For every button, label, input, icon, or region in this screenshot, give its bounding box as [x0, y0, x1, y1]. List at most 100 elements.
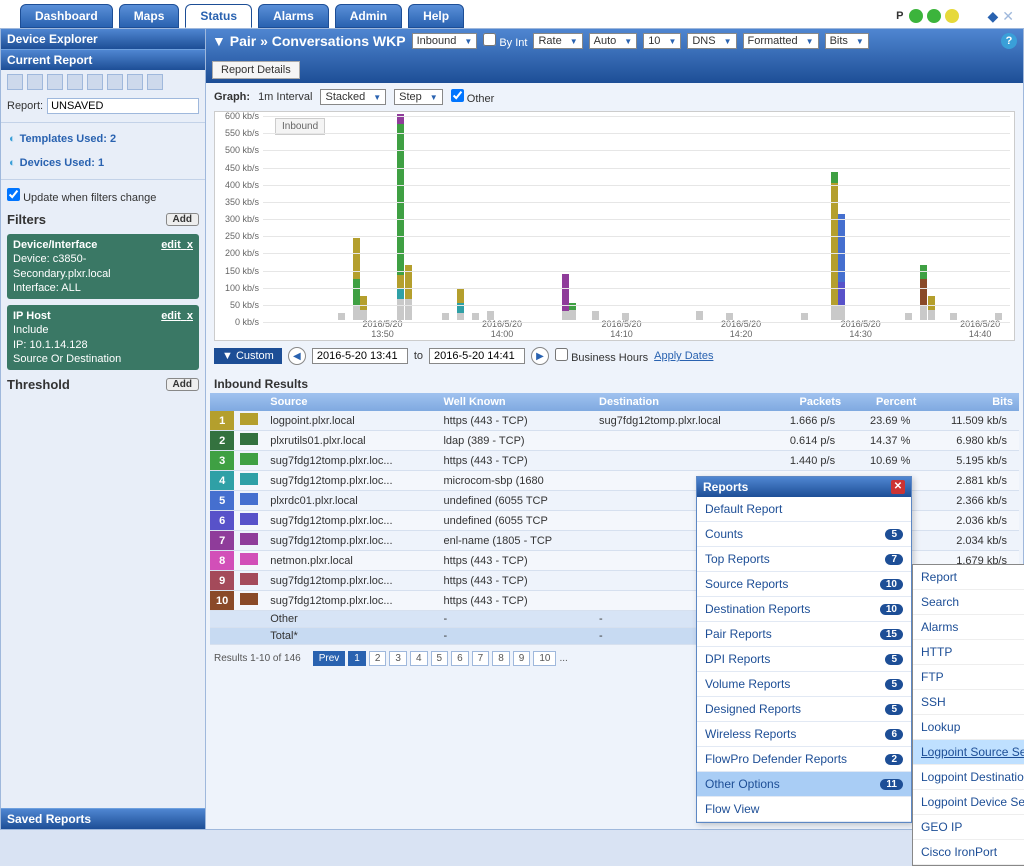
sub-report[interactable]: Report — [913, 565, 1024, 590]
ctx-dpi-reports[interactable]: DPI Reports5 — [697, 647, 911, 672]
col-destination[interactable]: Destination — [593, 393, 765, 411]
ctx-default-report[interactable]: Default Report — [697, 497, 911, 522]
dd-count[interactable]: 10 — [643, 33, 681, 49]
dd-formatted[interactable]: Formatted — [743, 33, 819, 49]
tool-icon-1[interactable] — [7, 74, 23, 90]
sub-search[interactable]: Search — [913, 590, 1024, 615]
page-3[interactable]: 3 — [389, 651, 407, 666]
saved-reports-header[interactable]: Saved Reports — [1, 808, 205, 829]
table-row[interactable]: 2plxrutils01.plxr.localldap (389 - TCP)0… — [210, 431, 1019, 451]
filters-add-button[interactable]: Add — [166, 213, 199, 226]
filter-device-interface[interactable]: Device/Interfaceedit x Device: c3850- Se… — [7, 234, 199, 299]
tool-icon-5[interactable] — [87, 74, 103, 90]
ctx-designed-reports[interactable]: Designed Reports5 — [697, 697, 911, 722]
col-source[interactable]: Source — [264, 393, 437, 411]
devices-used[interactable]: ◐Devices Used: 1 — [1, 151, 205, 175]
ctx-wireless-reports[interactable]: Wireless Reports6 — [697, 722, 911, 747]
dd-bits[interactable]: Bits — [825, 33, 869, 49]
table-row[interactable]: 3sug7fdg12tomp.plxr.loc...https (443 - T… — [210, 451, 1019, 471]
page-10[interactable]: 10 — [533, 651, 556, 666]
sub-ftp[interactable]: FTP — [913, 665, 1024, 690]
status-dot-2[interactable] — [927, 9, 941, 23]
status-dot-1[interactable] — [909, 9, 923, 23]
time-from-input[interactable] — [312, 348, 408, 364]
ctx-destination-reports[interactable]: Destination Reports10 — [697, 597, 911, 622]
templates-used[interactable]: ◐Templates Used: 2 — [1, 127, 205, 151]
nav-tab-help[interactable]: Help — [408, 4, 464, 28]
chart[interactable]: Inbound 0 kb/s50 kb/s100 kb/s150 kb/s200… — [214, 111, 1015, 341]
custom-range-button[interactable]: ▼ Custom — [214, 348, 282, 364]
filter-edit[interactable]: edit x — [161, 238, 193, 252]
time-prev-icon[interactable]: ◀ — [288, 347, 306, 365]
tool-icon-3[interactable] — [47, 74, 63, 90]
sub-cisco-ironport[interactable]: Cisco IronPort — [913, 840, 1024, 865]
ctx-volume-reports[interactable]: Volume Reports5 — [697, 672, 911, 697]
col-percent[interactable]: Percent — [847, 393, 922, 411]
tool-icon-6[interactable] — [107, 74, 123, 90]
nav-tab-admin[interactable]: Admin — [335, 4, 402, 28]
current-report-header[interactable]: Current Report — [1, 49, 205, 70]
tool-icon-4[interactable] — [67, 74, 83, 90]
page-8[interactable]: 8 — [492, 651, 510, 666]
sub-geo-ip[interactable]: GEO IP — [913, 815, 1024, 840]
nav-tab-maps[interactable]: Maps — [119, 4, 180, 28]
dd-auto[interactable]: Auto — [589, 33, 638, 49]
ctx-top-reports[interactable]: Top Reports7 — [697, 547, 911, 572]
threshold-add-button[interactable]: Add — [166, 378, 199, 391]
sub-logpoint-source-search[interactable]: Logpoint Source Search — [913, 740, 1024, 765]
sub-lookup[interactable]: Lookup — [913, 715, 1024, 740]
filter-ip-host[interactable]: IP Hostedit x Include IP: 10.1.14.128 So… — [7, 305, 199, 370]
business-hours-checkbox[interactable]: Business Hours — [555, 348, 648, 364]
sub-logpoint-destination-search[interactable]: Logpoint Destination Search — [913, 765, 1024, 790]
page-6[interactable]: 6 — [451, 651, 469, 666]
ctx-counts[interactable]: Counts5 — [697, 522, 911, 547]
time-next-icon[interactable]: ▶ — [531, 347, 549, 365]
filter-edit[interactable]: edit x — [161, 309, 193, 323]
dd-stacked[interactable]: Stacked — [320, 89, 386, 105]
device-explorer-header[interactable]: Device Explorer — [1, 29, 205, 49]
status-dot-3[interactable] — [945, 9, 959, 23]
info-icon[interactable]: ◆ — [987, 8, 998, 25]
page-2[interactable]: 2 — [369, 651, 387, 666]
col-bits[interactable]: Bits — [922, 393, 1019, 411]
nav-tab-status[interactable]: Status — [185, 4, 252, 28]
tool-icon[interactable]: ✕ — [1002, 8, 1014, 25]
page-4[interactable]: 4 — [410, 651, 428, 666]
page-title[interactable]: ▼ Pair » Conversations WKP — [212, 33, 406, 49]
ctx-flow-view[interactable]: Flow View — [697, 797, 911, 822]
dd-rate[interactable]: Rate — [533, 33, 582, 49]
dd-dns[interactable]: DNS — [687, 33, 736, 49]
ctx-other-options[interactable]: Other Options11 — [697, 772, 911, 797]
ctx-flowpro-defender-reports[interactable]: FlowPro Defender Reports2 — [697, 747, 911, 772]
table-row[interactable]: 1logpoint.plxr.localhttps (443 - TCP)sug… — [210, 411, 1019, 431]
report-details-button[interactable]: Report Details — [212, 61, 300, 79]
report-name-input[interactable] — [47, 98, 199, 114]
tool-icon-8[interactable] — [147, 74, 163, 90]
page-prev[interactable]: Prev — [313, 651, 346, 666]
page-5[interactable]: 5 — [431, 651, 449, 666]
page-7[interactable]: 7 — [472, 651, 490, 666]
update-filters-checkbox[interactable]: Update when filters change — [7, 192, 156, 204]
sub-alarms[interactable]: Alarms — [913, 615, 1024, 640]
page-9[interactable]: 9 — [513, 651, 531, 666]
sub-http[interactable]: HTTP — [913, 640, 1024, 665]
col-well known[interactable]: Well Known — [437, 393, 593, 411]
help-icon[interactable]: ? — [1001, 33, 1017, 49]
nav-tab-dashboard[interactable]: Dashboard — [20, 4, 113, 28]
page-1[interactable]: 1 — [348, 651, 366, 666]
ctx-source-reports[interactable]: Source Reports10 — [697, 572, 911, 597]
other-checkbox[interactable]: Other — [451, 89, 495, 105]
ctx-pair-reports[interactable]: Pair Reports15 — [697, 622, 911, 647]
tool-icon-2[interactable] — [27, 74, 43, 90]
tool-icon-7[interactable] — [127, 74, 143, 90]
close-icon[interactable]: ✕ — [891, 480, 905, 494]
col-packets[interactable]: Packets — [765, 393, 847, 411]
nav-tab-alarms[interactable]: Alarms — [258, 4, 329, 28]
sub-ssh[interactable]: SSH — [913, 690, 1024, 715]
byint-checkbox[interactable]: By Int — [483, 33, 527, 49]
dd-step[interactable]: Step — [394, 89, 443, 105]
apply-dates-link[interactable]: Apply Dates — [654, 350, 713, 362]
dd-inbound[interactable]: Inbound — [412, 33, 478, 49]
sub-logpoint-device-search[interactable]: Logpoint Device Search — [913, 790, 1024, 815]
time-to-input[interactable] — [429, 348, 525, 364]
